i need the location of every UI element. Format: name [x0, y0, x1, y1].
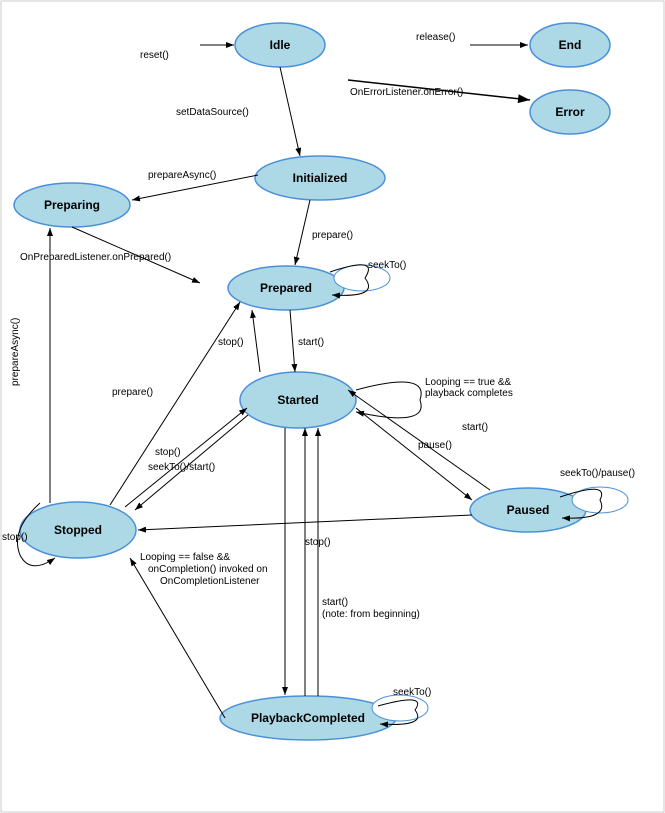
label-looping-false2: onCompletion() invoked on — [148, 564, 268, 575]
state-error-label: Error — [555, 105, 585, 119]
state-prepared-label: Prepared — [260, 281, 312, 295]
label-stop-stopped: stop() — [2, 532, 28, 543]
label-stop-prepared: stop() — [218, 337, 244, 348]
label-setdatasource: setDataSource() — [176, 107, 249, 118]
state-initialized-label: Initialized — [293, 171, 348, 185]
label-onerror: OnErrorListener.onError() — [350, 87, 463, 98]
state-preparing-label: Preparing — [44, 198, 100, 212]
label-onprepared: OnPreparedListener.onPrepared() — [20, 252, 171, 263]
label-prepareasync-init: prepareAsync() — [148, 170, 216, 181]
state-started-label: Started — [277, 393, 318, 407]
state-playback-loop — [372, 695, 428, 721]
label-pause: pause() — [418, 440, 452, 451]
label-seekto-prepared: seekTo() — [368, 260, 406, 271]
label-stop-started: stop() — [155, 447, 181, 458]
label-seekto-pause: seekTo()/pause() — [560, 468, 635, 479]
label-seekto-start: seekTo()/start() — [148, 462, 215, 473]
label-prepare-init: prepare() — [312, 230, 353, 241]
label-release: release() — [416, 32, 455, 43]
label-start-playback: start() — [322, 597, 348, 608]
label-start-paused: start() — [462, 422, 488, 433]
label-start-prepared: start() — [298, 337, 324, 348]
label-reset: reset() — [140, 50, 169, 61]
label-prepare-stopped: prepare() — [112, 387, 153, 398]
label-looping-false3: OnCompletionListener — [160, 576, 260, 587]
state-paused-label: Paused — [507, 503, 550, 517]
label-looping-true1: Looping == true && — [425, 377, 512, 388]
state-stopped-label: Stopped — [54, 523, 102, 537]
label-looping-true2: playback completes — [425, 388, 513, 399]
label-note-beginning: (note: from beginning) — [322, 609, 420, 620]
state-playback-completed-label: PlaybackCompleted — [251, 711, 365, 725]
label-seekto-playback: seekTo() — [393, 687, 431, 698]
label-looping-false1: Looping == false && — [140, 552, 230, 563]
state-end-label: End — [559, 38, 582, 52]
state-idle-label: Idle — [270, 38, 291, 52]
label-prepareasync-stopped: prepareAsync() — [10, 318, 21, 386]
